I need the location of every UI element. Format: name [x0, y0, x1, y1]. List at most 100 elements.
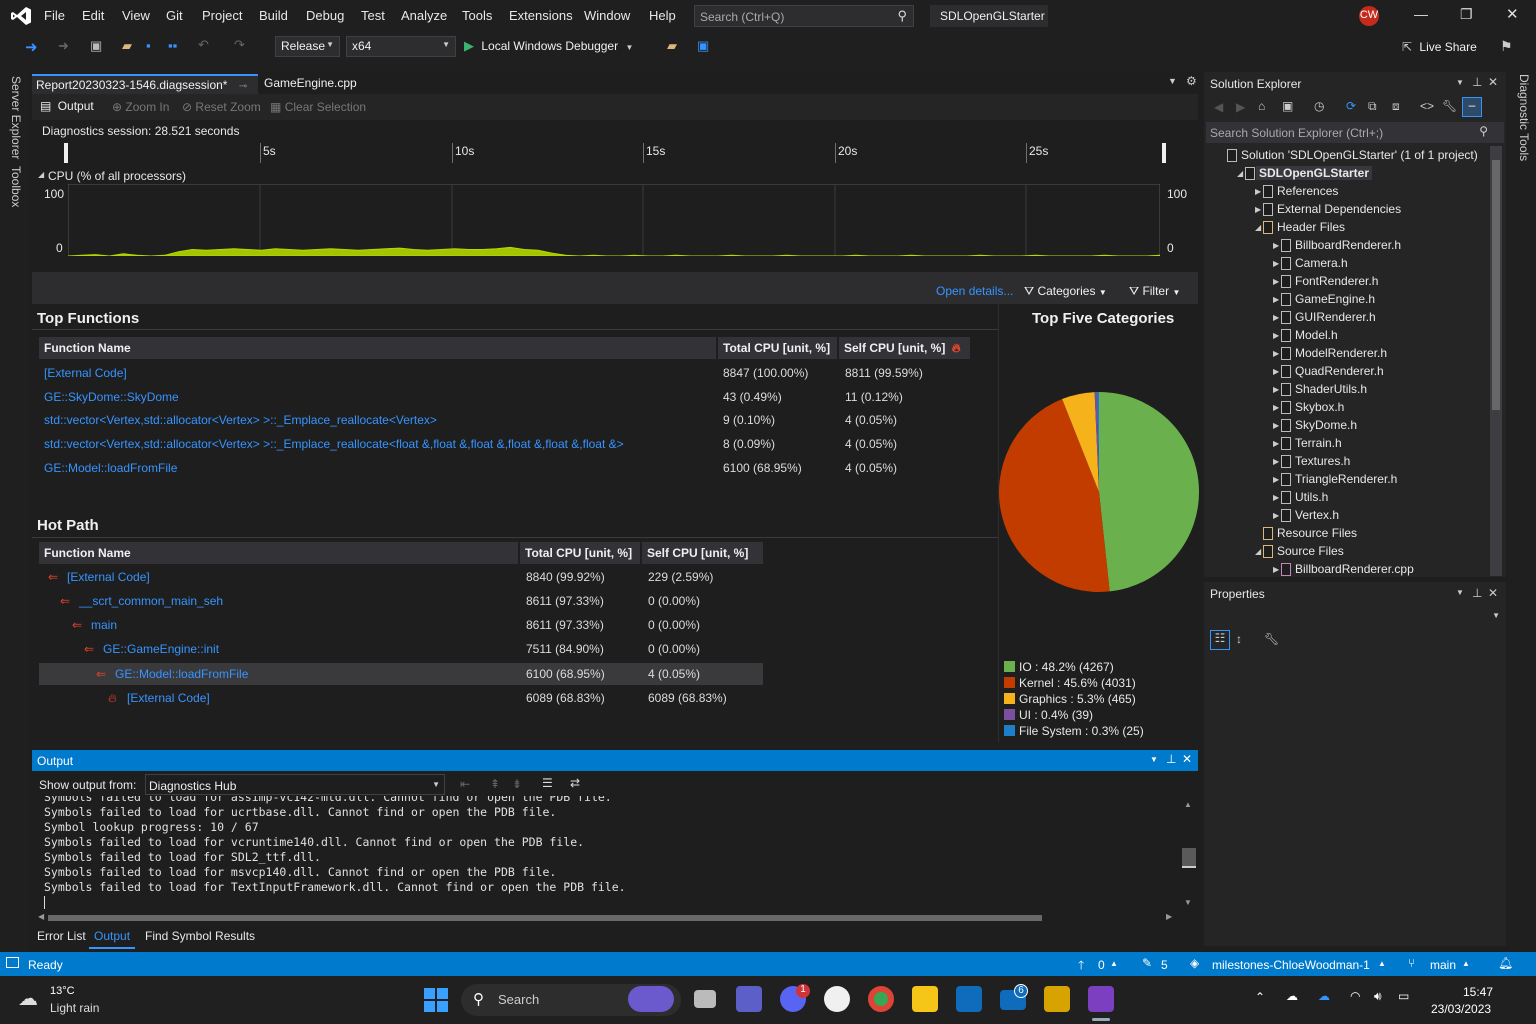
volume-icon[interactable]: 🔊︎	[1374, 989, 1382, 1004]
expand-icon[interactable]: ▶	[1273, 313, 1279, 322]
output-button[interactable]: ▤ Output	[40, 99, 94, 113]
expand-icon[interactable]: ▶	[1273, 241, 1279, 250]
expand-icon[interactable]: ▶	[1273, 349, 1279, 358]
panel-menu-icon[interactable]: ▼	[1456, 78, 1464, 87]
chrome-icon[interactable]	[868, 986, 894, 1012]
categorized-icon[interactable]: ☷	[1210, 630, 1230, 650]
expand-icon[interactable]: ▶	[1273, 331, 1279, 340]
find-message-icon[interactable]: ⇤	[460, 777, 470, 791]
menu-analyze[interactable]: Analyze	[401, 8, 447, 23]
resource-files-folder[interactable]: Resource Files	[1277, 526, 1357, 540]
server-explorer-tab[interactable]: Server Explorer	[9, 76, 23, 159]
expand-icon[interactable]: ▶	[1273, 475, 1279, 484]
browse-icon[interactable]: ▰	[667, 38, 677, 54]
expand-icon[interactable]: ▶	[1255, 187, 1261, 196]
onedrive-icon[interactable]: ☁	[1286, 989, 1298, 1003]
file-explorer-icon[interactable]	[912, 986, 938, 1012]
start-button[interactable]	[424, 988, 448, 1012]
panel-menu-icon[interactable]: ▼	[1456, 588, 1464, 597]
branch-name[interactable]: main	[1430, 958, 1456, 972]
repo-icon[interactable]: ◈	[1190, 956, 1199, 970]
tab-error-list[interactable]: Error List	[37, 929, 86, 943]
function-name-link[interactable]: GE::Model::loadFromFile	[115, 667, 248, 681]
settings-gear-icon[interactable]: ⚙	[1186, 74, 1197, 88]
show-all-files-icon[interactable]: ⧈	[1392, 99, 1400, 114]
header-file[interactable]: Utils.h	[1295, 490, 1328, 504]
start-debugger-button[interactable]: ▶ Local Windows Debugger ▼	[464, 38, 633, 54]
changes-count[interactable]: 5	[1161, 958, 1168, 972]
repo-name[interactable]: milestones-ChloeWoodman-1	[1212, 958, 1370, 972]
feedback-icon[interactable]: ⚑	[1500, 38, 1513, 55]
pin-icon[interactable]: ⊥	[1472, 586, 1482, 600]
header-file[interactable]: TriangleRenderer.h	[1295, 472, 1397, 486]
preview-icon[interactable]: –	[1462, 97, 1482, 117]
weather-condition[interactable]: Light rain	[50, 1001, 99, 1015]
header-files-folder[interactable]: Header Files	[1277, 220, 1345, 234]
notifications-icon[interactable]: 🔔︎	[1498, 956, 1513, 970]
ruler-end-handle[interactable]	[1162, 143, 1166, 163]
panel-menu-icon[interactable]: ▼	[1150, 755, 1158, 764]
collapse-icon[interactable]: ◢	[1255, 547, 1261, 556]
store-icon[interactable]	[956, 986, 982, 1012]
column-header[interactable]: Total CPU [unit, %]	[718, 337, 837, 359]
close-icon[interactable]: ✕	[1506, 5, 1519, 23]
menu-help[interactable]: Help	[649, 8, 676, 23]
expand-icon[interactable]: ▶	[1273, 367, 1279, 376]
expand-icon[interactable]: ▶	[1255, 205, 1261, 214]
next-message-icon[interactable]: ⇟	[512, 777, 522, 791]
back-icon[interactable]: ◀	[1214, 100, 1223, 114]
header-file[interactable]: Vertex.h	[1295, 508, 1339, 522]
scrollbar-thumb[interactable]	[1492, 160, 1500, 410]
menu-git[interactable]: Git	[166, 8, 183, 23]
scrollbar-thumb[interactable]	[48, 915, 1042, 921]
configuration-select[interactable]: Release ▼	[275, 36, 340, 57]
output-vertical-scrollbar[interactable]: ▲ ▼	[1180, 798, 1196, 910]
output-horizontal-scrollbar[interactable]: ◀ ▶	[36, 912, 1176, 924]
ruler-start-handle[interactable]	[64, 143, 68, 163]
pin-icon[interactable]: ⊥	[1166, 752, 1176, 766]
menu-window[interactable]: Window	[584, 8, 630, 23]
scroll-up-icon[interactable]: ▲	[1184, 800, 1192, 809]
column-header[interactable]: Total CPU [unit, %]	[520, 542, 640, 564]
clear-all-icon[interactable]: ☰	[542, 776, 553, 790]
forward-icon[interactable]: ▶	[1236, 100, 1245, 114]
prev-message-icon[interactable]: ⇞	[490, 777, 500, 791]
sync-icon[interactable]: ⟳	[1346, 99, 1356, 113]
source-file[interactable]: BillboardRenderer.cpp	[1295, 562, 1414, 576]
pencil-icon[interactable]: ✎	[1142, 956, 1152, 970]
solution-search-input[interactable]: Search Solution Explorer (Ctrl+;)	[1210, 126, 1383, 140]
expand-icon[interactable]: ▶	[1273, 295, 1279, 304]
expand-icon[interactable]: ▶	[1273, 439, 1279, 448]
alphabetical-icon[interactable]: ↕	[1236, 632, 1242, 646]
references-node[interactable]: References	[1277, 184, 1338, 198]
diagnostic-tools-tab[interactable]: Diagnostic Tools	[1517, 74, 1531, 161]
tab-list-icon[interactable]: ▼	[1168, 76, 1177, 86]
timeline-ruler[interactable]	[32, 140, 1198, 164]
header-file[interactable]: Model.h	[1295, 328, 1338, 342]
function-name-link[interactable]: GE::Model::loadFromFile	[44, 461, 177, 475]
app-icon[interactable]	[1044, 986, 1070, 1012]
menu-build[interactable]: Build	[259, 8, 288, 23]
solution-search-box[interactable]: Search Solution Explorer (Ctrl+;) ⚲	[1206, 122, 1504, 143]
diagnostics-icon[interactable]: ▣	[697, 38, 709, 54]
expand-icon[interactable]: ▶	[1273, 385, 1279, 394]
tab-gameengine[interactable]: GameEngine.cpp	[260, 74, 370, 94]
save-icon[interactable]: ▪	[146, 38, 151, 53]
search-input[interactable]: Search (Ctrl+Q)	[700, 10, 784, 24]
close-panel-icon[interactable]: ✕	[1488, 75, 1498, 89]
project-node[interactable]: SDLOpenGLStarter	[1256, 166, 1373, 180]
redo-icon[interactable]: ↷	[234, 37, 245, 53]
restore-icon[interactable]: ❐	[1460, 6, 1473, 23]
properties-object-select[interactable]: ▼	[1206, 606, 1504, 626]
source-files-folder[interactable]: Source Files	[1277, 544, 1344, 558]
collapse-all-icon[interactable]: ⧉	[1368, 99, 1377, 114]
open-details-link[interactable]: Open details...	[936, 284, 1013, 298]
function-name-link[interactable]: [External Code]	[67, 570, 150, 584]
function-name-link[interactable]: [External Code]	[44, 366, 127, 380]
expand-icon[interactable]: ▶	[1273, 457, 1279, 466]
push-icon[interactable]: 🡑	[1078, 956, 1084, 977]
collapse-icon[interactable]: ◢	[1237, 169, 1243, 178]
external-dependencies-node[interactable]: External Dependencies	[1277, 202, 1401, 216]
menu-file[interactable]: File	[44, 8, 65, 23]
header-file[interactable]: Terrain.h	[1295, 436, 1342, 450]
